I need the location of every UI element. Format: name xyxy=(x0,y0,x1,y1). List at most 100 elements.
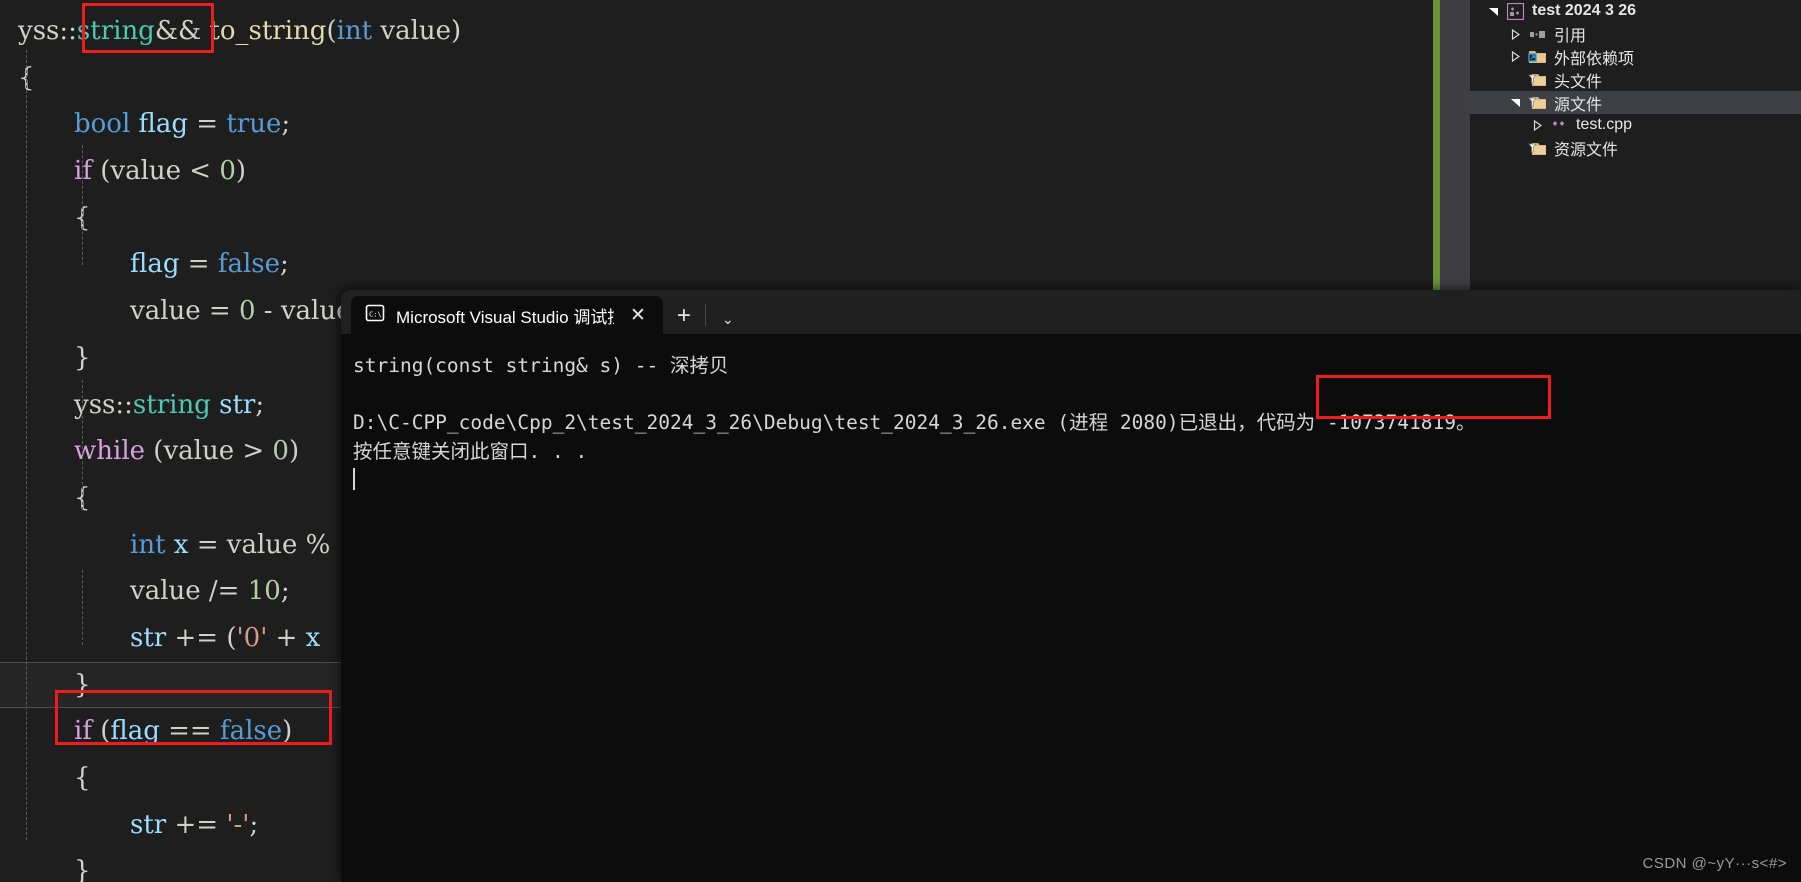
tree-item-1[interactable]: 引用 xyxy=(1470,23,1801,46)
code-token: ) xyxy=(282,716,293,747)
code-token: += xyxy=(166,622,227,653)
code-token: += xyxy=(166,809,227,840)
text-cursor xyxy=(353,468,355,490)
code-token: % xyxy=(297,529,331,560)
code-token: bool xyxy=(74,109,131,140)
code-token: ) xyxy=(288,436,300,467)
terminal-tab-title: Microsoft Visual Studio 调试控制台 xyxy=(396,307,614,327)
code-token: value xyxy=(110,156,182,187)
tree-item-0[interactable]: test 2024 3 26 xyxy=(1470,0,1801,23)
code-token: > xyxy=(234,436,273,467)
code-token: } xyxy=(74,856,91,882)
tree-item-4[interactable]: 源文件 xyxy=(1470,91,1801,114)
chevron-right-icon[interactable] xyxy=(1504,28,1526,40)
code-token: && xyxy=(154,16,202,46)
code-token: ; xyxy=(280,249,289,280)
terminal-line: D:\C-CPP_code\Cpp_2\test_2024_3_26\Debug… xyxy=(353,411,1476,434)
code-line[interactable]: flag = false; xyxy=(0,241,1433,288)
code-token: < xyxy=(181,156,220,187)
chevron-down-icon[interactable] xyxy=(1482,6,1504,17)
code-token: :: xyxy=(59,16,77,46)
external-deps-folder-icon xyxy=(1526,48,1548,65)
terminal-output[interactable]: string(const string& s) -- 深拷贝 D:\C-CPP_c… xyxy=(341,334,1801,882)
code-token: string xyxy=(132,389,211,420)
code-token: x xyxy=(305,622,321,653)
references-icon xyxy=(1526,26,1548,43)
code-line[interactable]: yss::string&& to_string(int value) xyxy=(0,8,1433,55)
terminal-cursor-line xyxy=(353,466,1801,495)
code-line[interactable]: bool flag = true; xyxy=(0,101,1433,148)
code-line[interactable]: if (value < 0) xyxy=(0,148,1433,195)
code-token: ; xyxy=(255,389,265,420)
code-token: + xyxy=(267,622,306,653)
tree-item-label: test.cpp xyxy=(1576,116,1633,134)
solution-tree[interactable]: test 2024 3 26 引用外部依赖项头文件源文件 test.cpp 资源文件 xyxy=(1470,0,1801,160)
filter-folder-icon xyxy=(1526,94,1548,111)
code-token: false xyxy=(219,716,283,747)
tree-item-label: 资源文件 xyxy=(1554,142,1619,160)
code-token: 0 xyxy=(219,156,236,187)
code-token: == xyxy=(159,716,220,747)
code-token: while xyxy=(74,436,146,467)
tree-item-label: 头文件 xyxy=(1554,73,1603,91)
app-root: yss::string&& to_string(int value){bool … xyxy=(0,0,1801,882)
code-token: ; xyxy=(249,809,259,840)
indent-guide xyxy=(82,145,83,265)
code-token: ) xyxy=(451,16,462,46)
debug-console-window[interactable]: C:\ Microsoft Visual Studio 调试控制台 ✕ + ⌄ … xyxy=(341,290,1801,882)
indent-guide xyxy=(26,50,27,840)
code-token: /= xyxy=(200,576,248,607)
code-token: value xyxy=(130,576,201,607)
tree-item-label: 外部依赖项 xyxy=(1554,51,1635,68)
tree-item-2[interactable]: 外部依赖项 xyxy=(1470,46,1801,69)
chevron-right-icon[interactable] xyxy=(1526,119,1548,131)
cpp-project-icon xyxy=(1504,2,1526,20)
code-token: '0' xyxy=(236,622,268,653)
chevron-down-icon[interactable] xyxy=(1504,97,1526,108)
tree-item-5[interactable]: test.cpp xyxy=(1470,114,1801,137)
code-token: string xyxy=(76,16,155,46)
code-line[interactable]: { xyxy=(0,195,1433,242)
code-token: true xyxy=(226,109,282,140)
terminal-tab-bar[interactable]: C:\ Microsoft Visual Studio 调试控制台 ✕ + ⌄ xyxy=(341,290,1801,334)
code-token: str xyxy=(130,622,167,653)
code-token: = xyxy=(179,249,218,280)
chevron-right-icon[interactable] xyxy=(1504,51,1526,63)
code-token: str xyxy=(130,809,167,840)
code-token: } xyxy=(74,669,91,700)
terminal-tab[interactable]: C:\ Microsoft Visual Studio 调试控制台 ✕ xyxy=(351,296,663,334)
code-token: - xyxy=(255,296,281,327)
code-token: :: xyxy=(115,389,133,420)
code-token: int xyxy=(336,16,373,46)
code-token: ; xyxy=(281,109,291,140)
tree-item-3[interactable]: 头文件 xyxy=(1470,68,1801,91)
tree-item-6[interactable]: 资源文件 xyxy=(1470,137,1801,160)
tree-item-label: 源文件 xyxy=(1554,96,1603,114)
code-token: 10 xyxy=(247,576,281,607)
code-line[interactable]: { xyxy=(0,55,1433,102)
code-token: ( xyxy=(145,436,164,467)
code-token: 0 xyxy=(238,296,256,327)
code-token: flag xyxy=(110,716,160,747)
code-token: value xyxy=(130,296,201,327)
terminal-line: 按任意键关闭此窗口. . . xyxy=(353,439,588,463)
svg-text:C:\: C:\ xyxy=(369,310,382,318)
code-token: = xyxy=(188,109,227,140)
filter-folder-icon xyxy=(1526,71,1548,88)
terminal-line: string(const string& s) -- 深拷贝 xyxy=(353,354,729,377)
new-tab-icon[interactable]: + xyxy=(663,304,705,334)
close-icon[interactable]: ✕ xyxy=(625,304,651,327)
code-token: int xyxy=(130,529,166,560)
code-token: } xyxy=(74,342,91,373)
tree-item-label: 引用 xyxy=(1554,28,1587,46)
code-token: yss xyxy=(18,16,60,46)
code-token: ; xyxy=(280,576,290,607)
code-token: flag xyxy=(130,249,180,280)
chevron-down-icon[interactable]: ⌄ xyxy=(706,312,750,334)
cpp-file-icon xyxy=(1548,117,1570,134)
code-token: value xyxy=(372,16,452,46)
code-token: ) xyxy=(235,156,247,187)
console-cmd-icon: C:\ xyxy=(365,303,385,328)
